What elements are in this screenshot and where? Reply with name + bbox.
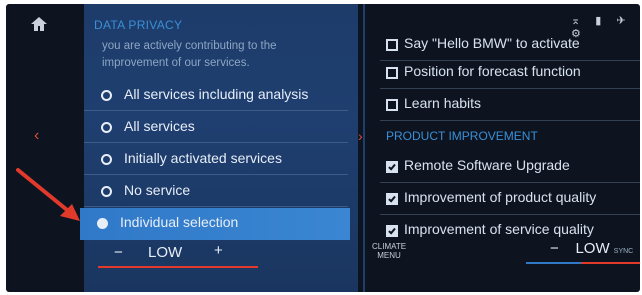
temp-minus-button-right[interactable]: − xyxy=(550,240,559,257)
item-label: Learn habits xyxy=(404,95,482,111)
item-label: Improvement of service quality xyxy=(404,221,594,237)
intro-text-line2: improvement of our services. xyxy=(102,57,250,69)
temp-value-left: LOW xyxy=(148,244,183,261)
temp-indicator-right xyxy=(581,262,640,264)
option-label: All services including analysis xyxy=(124,86,309,102)
radio-icon xyxy=(101,122,112,133)
checkbox-checked-icon xyxy=(386,225,398,237)
option-label: No service xyxy=(124,182,191,198)
section-title: DATA PRIVACY xyxy=(94,18,183,32)
item-label: Position for forecast function xyxy=(404,63,581,79)
panel-divider xyxy=(363,4,365,292)
climate-menu-line2: MENU xyxy=(377,251,401,260)
annotation-arrow xyxy=(16,168,80,221)
item-position-forecast[interactable]: Position for forecast function xyxy=(380,56,640,89)
sync-label[interactable]: SYNC xyxy=(614,248,633,255)
section-title-product-improvement: PRODUCT IMPROVEMENT xyxy=(386,129,538,143)
temp-indicator-right-blue xyxy=(526,262,581,264)
checkbox-checked-icon xyxy=(386,193,398,205)
temp-plus-button[interactable]: + xyxy=(214,242,223,259)
temp-indicator-left xyxy=(98,266,258,268)
item-learn-habits[interactable]: Learn habits xyxy=(380,88,640,121)
option-label: All services xyxy=(124,118,195,134)
option-all-services-analysis[interactable]: All services including analysis xyxy=(84,80,348,111)
chevron-right-icon[interactable]: › xyxy=(358,128,363,144)
status-icons: ⌅ ▮ ✈ ⚙ xyxy=(571,15,632,40)
item-label: Remote Software Upgrade xyxy=(404,157,570,173)
checkbox-icon xyxy=(386,39,398,51)
home-icon[interactable] xyxy=(30,16,48,32)
chevron-left-icon[interactable]: ‹ xyxy=(34,128,39,144)
temp-minus-button[interactable]: − xyxy=(114,244,123,261)
item-remote-software-upgrade[interactable]: Remote Software Upgrade xyxy=(380,150,640,183)
item-label: Say "Hello BMW" to activate xyxy=(404,35,580,51)
temp-control-right: − LOW SYNC xyxy=(550,240,633,257)
checkbox-checked-icon xyxy=(386,161,398,173)
temp-value-right: LOW xyxy=(575,240,610,257)
checkbox-icon xyxy=(386,67,398,79)
climate-menu-button[interactable]: CLIMATE MENU xyxy=(372,242,406,260)
option-all-services[interactable]: All services xyxy=(84,112,348,143)
infotainment-screen: ‹ DATA PRIVACY you are actively contribu… xyxy=(6,4,640,292)
option-individual-selection[interactable]: Individual selection xyxy=(80,208,350,240)
item-product-quality[interactable]: Improvement of product quality xyxy=(380,182,640,215)
radio-icon xyxy=(101,154,112,165)
intro-text-line1: you are actively contributing to the xyxy=(102,40,277,52)
radio-icon xyxy=(101,90,112,101)
option-initially-activated[interactable]: Initially activated services xyxy=(84,144,348,175)
radio-selected-icon xyxy=(97,218,108,229)
option-no-service[interactable]: No service xyxy=(84,176,348,207)
climate-menu-line1: CLIMATE xyxy=(372,242,407,251)
checkbox-icon xyxy=(386,99,398,111)
item-label: Improvement of product quality xyxy=(404,189,597,205)
radio-icon xyxy=(101,186,112,197)
option-label: Individual selection xyxy=(120,214,239,230)
option-label: Initially activated services xyxy=(124,150,282,166)
